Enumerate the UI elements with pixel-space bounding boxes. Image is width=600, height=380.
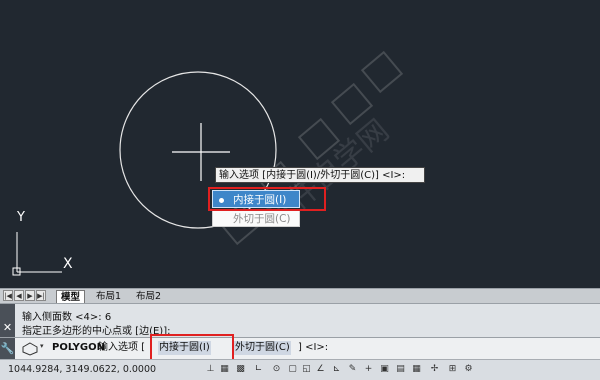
annotation-highlight-cmdline xyxy=(150,334,234,361)
last-tab-button[interactable]: ▶| xyxy=(36,290,46,301)
osnap-icon[interactable]: ▢ xyxy=(286,363,299,376)
prev-tab-button[interactable]: ◀ xyxy=(14,290,24,301)
command-prompt-text: 输入选项 [ xyxy=(98,342,146,353)
dyn-icon[interactable]: ✎ xyxy=(346,363,359,376)
polar-icon[interactable]: ⊙ xyxy=(270,363,283,376)
option-circumscribed[interactable]: 外切于圆(C) xyxy=(212,209,300,227)
selection-cycling-icon[interactable]: ▦ xyxy=(410,363,423,376)
snap-icon[interactable]: ▦ xyxy=(218,363,231,376)
otrack-icon[interactable]: ∠ xyxy=(314,363,327,376)
command-window-handle[interactable]: ✕ xyxy=(0,304,15,338)
settings-icon[interactable]: ⚙ xyxy=(462,363,475,376)
command-suffix: ] <I>: xyxy=(298,342,329,353)
transparency-icon[interactable]: ▣ xyxy=(378,363,391,376)
workspace-icon[interactable]: ⊞ xyxy=(446,363,459,376)
ducs-icon[interactable]: ⊾ xyxy=(330,363,343,376)
polygon-icon xyxy=(22,341,38,360)
ortho-icon[interactable]: ∟ xyxy=(252,363,265,376)
drawing-canvas[interactable]: 软件自学网 Y X 输入选项 [内接于圆(I)/外切于圆(C)] <I>: 内接… xyxy=(0,0,600,288)
layout-tab-bar: |◀ ◀ ▶ ▶| 模型 布局1 布局2 xyxy=(0,288,600,303)
ucs-y-label: Y xyxy=(17,210,25,225)
grid-icon[interactable]: ▩ xyxy=(234,363,247,376)
wrench-icon[interactable]: 🔧 xyxy=(0,338,15,359)
command-line[interactable]: 🔧 ▾ POLYGON 输入选项 [ 内接于圆(I) 外切于圆(C) ] <I>… xyxy=(0,337,600,360)
dropdown-arrow-icon[interactable]: ▾ xyxy=(40,342,44,350)
status-bar: 1044.9284, 3149.0622, 0.0000 ⊥ ▦ ▩ ∟ ⊙ ▢… xyxy=(0,359,600,380)
tab-layout1[interactable]: 布局1 xyxy=(92,290,125,303)
lineweight-icon[interactable]: + xyxy=(362,363,375,376)
ucs-x-label: X xyxy=(63,256,73,272)
cmd-option-circumscribed[interactable]: 外切于圆(C) xyxy=(234,341,291,355)
tab-model[interactable]: 模型 xyxy=(56,290,86,303)
option-circumscribed-label: 外切于圆(C) xyxy=(233,213,291,225)
first-tab-button[interactable]: |◀ xyxy=(3,290,13,301)
next-tab-button[interactable]: ▶ xyxy=(25,290,35,301)
annotation-highlight-menu xyxy=(208,187,326,211)
ucs-icon xyxy=(12,232,62,276)
dynamic-input-prompt: 输入选项 [内接于圆(I)/外切于圆(C)] <I>: xyxy=(215,167,425,183)
cursor-coordinates: 1044.9284, 3149.0622, 0.0000 xyxy=(8,364,157,375)
annotation-monitor-icon[interactable]: ✢ xyxy=(428,363,441,376)
infer-constraints-icon[interactable]: ⊥ xyxy=(204,363,217,376)
history-line-2: 指定正多边形的中心点或 [边(E)]: xyxy=(22,326,171,337)
quick-properties-icon[interactable]: ▤ xyxy=(394,363,407,376)
canvas-graphics xyxy=(12,50,404,276)
command-history: ✕ 输入侧面数 <4>: 6 指定正多边形的中心点或 [边(E)]: xyxy=(0,303,600,338)
3d-osnap-icon[interactable]: ◱ xyxy=(300,363,313,376)
close-icon[interactable]: ✕ xyxy=(0,321,15,334)
history-line-1: 输入侧面数 <4>: 6 xyxy=(22,312,112,323)
tab-layout2[interactable]: 布局2 xyxy=(132,290,165,303)
